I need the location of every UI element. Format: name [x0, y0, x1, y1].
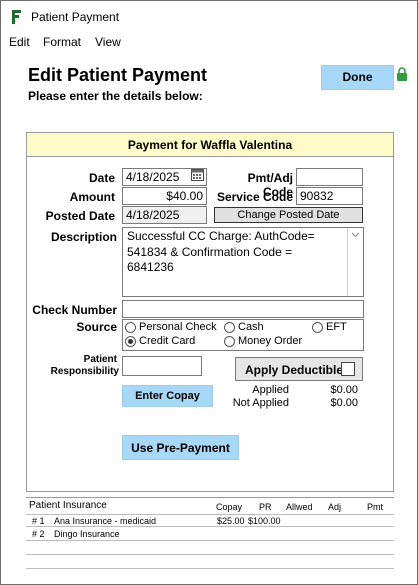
service-code-field[interactable]: 90832 — [296, 187, 363, 205]
insurance-row-empty — [26, 556, 394, 569]
app-icon — [12, 10, 21, 24]
posted-date-field: 4/18/2025 — [122, 206, 207, 224]
not-applied-value: $0.00 — [330, 397, 358, 409]
lock-icon[interactable] — [396, 67, 408, 81]
insurance-row[interactable]: # 1 Ana Insurance - medicaid $25.00 $100… — [26, 514, 394, 527]
window-title: Patient Payment — [31, 10, 120, 24]
source-option-money-order[interactable]: Money Order — [238, 335, 302, 347]
apply-deductible-box[interactable]: Apply Deductible — [235, 357, 363, 381]
applied-value: $0.00 — [330, 384, 358, 396]
page-title: Edit Patient Payment — [28, 65, 208, 85]
amount-field[interactable]: $40.00 — [122, 187, 207, 205]
calendar-icon[interactable] — [191, 169, 204, 181]
patient-responsibility-field[interactable] — [122, 356, 202, 376]
description-text: Successful CC Charge: AuthCode= 541834 &… — [127, 229, 315, 274]
patient-insurance-table: Patient Insurance Copay PR Allwed Adj Pm… — [26, 497, 394, 569]
not-applied-label: Not Applied — [232, 397, 289, 409]
menu-bar: Edit Format View — [1, 33, 417, 81]
menu-format[interactable]: Format — [43, 35, 81, 49]
insurance-row[interactable]: # 2 Dingo Insurance — [26, 528, 394, 541]
patient-responsibility-label-1: Patient — [83, 354, 117, 365]
insurance-col-pr: PR — [259, 502, 272, 512]
insurance-row-name: Dingo Insurance — [54, 529, 120, 539]
insurance-col-allowed: Allwed — [286, 502, 313, 512]
use-prepayment-button[interactable]: Use Pre-Payment — [122, 435, 239, 460]
patient-payment-window: Patient Payment Edit Format View Edit Pa… — [0, 0, 418, 585]
change-posted-date-button[interactable]: Change Posted Date — [214, 207, 363, 223]
check-number-label: Check Number — [32, 303, 117, 317]
insurance-row-empty — [26, 542, 394, 555]
description-scrollbar[interactable] — [347, 228, 363, 296]
patient-responsibility-label-2: Responsibility — [50, 366, 119, 377]
insurance-row-name: Ana Insurance - medicaid — [54, 516, 157, 526]
source-option-eft[interactable]: EFT — [326, 321, 347, 333]
chevron-down-icon[interactable] — [351, 232, 360, 238]
insurance-col-pmt: Pmt — [367, 502, 384, 512]
source-option-cash[interactable]: Cash — [238, 321, 264, 333]
insurance-title: Patient Insurance — [29, 500, 107, 511]
done-button[interactable]: Done — [321, 65, 394, 90]
description-field[interactable]: Successful CC Charge: AuthCode= 541834 &… — [122, 227, 364, 297]
source-option-credit-card[interactable]: Credit Card — [139, 335, 195, 347]
insurance-col-adj: Adj — [328, 502, 342, 512]
service-code-label: Service Code — [216, 190, 293, 204]
source-radio-credit-card[interactable] — [125, 336, 136, 347]
applied-label: Applied — [252, 384, 289, 396]
pmt-adj-code-field[interactable] — [296, 168, 363, 186]
page-subtitle: Please enter the details below: — [28, 89, 203, 103]
posted-date-label: Posted Date — [45, 209, 115, 223]
source-radio-personal-check[interactable] — [125, 322, 136, 333]
date-label: Date — [88, 171, 115, 185]
apply-deductible-checkbox[interactable] — [341, 362, 355, 376]
description-label: Description — [50, 230, 117, 244]
source-label: Source — [76, 320, 117, 334]
insurance-row-num: # 2 — [32, 529, 45, 539]
source-radio-cash[interactable] — [224, 322, 235, 333]
menu-edit[interactable]: Edit — [9, 35, 30, 49]
insurance-row-num: # 1 — [32, 516, 45, 526]
title-bar: Patient Payment — [1, 1, 417, 33]
source-radio-eft[interactable] — [312, 322, 323, 333]
source-option-personal-check[interactable]: Personal Check — [139, 321, 217, 333]
menu-view[interactable]: View — [95, 35, 121, 49]
insurance-col-copay: Copay — [216, 502, 243, 512]
insurance-row-pr: $100.00 — [248, 516, 281, 526]
amount-label: Amount — [69, 190, 115, 204]
apply-deductible-label: Apply Deductible — [245, 363, 344, 377]
source-radio-money-order[interactable] — [224, 336, 235, 347]
payment-panel-header: Payment for Waffla Valentina — [26, 132, 394, 157]
check-number-field[interactable] — [122, 300, 364, 318]
insurance-row-copay: $25.00 — [217, 516, 245, 526]
enter-copay-button[interactable]: Enter Copay — [122, 385, 213, 407]
